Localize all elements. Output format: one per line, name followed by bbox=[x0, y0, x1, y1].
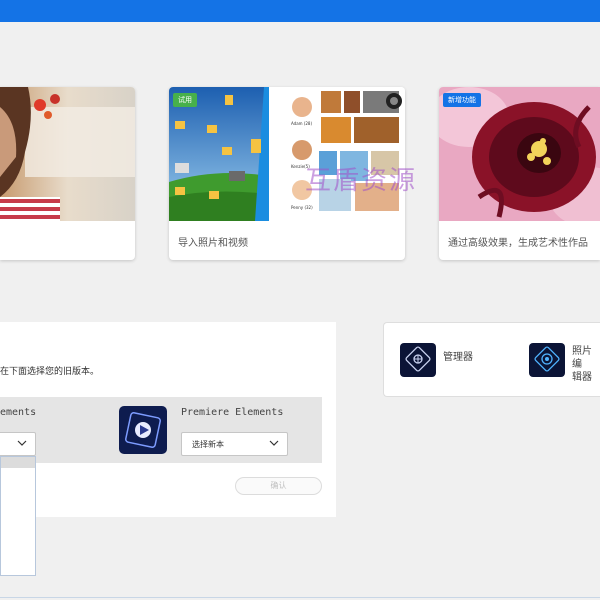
promo-card-portrait[interactable] bbox=[0, 87, 135, 260]
dropdown-highlight-row[interactable] bbox=[1, 457, 35, 468]
premiere-version-select[interactable]: 选择新本 bbox=[181, 432, 288, 456]
version-select-panel: 在下面选择您的旧版本。 ements Premiere Elements 选择新… bbox=[0, 322, 336, 517]
title-bar bbox=[0, 0, 600, 22]
photo-editor-icon[interactable] bbox=[529, 343, 565, 377]
organizer-icon[interactable] bbox=[400, 343, 436, 377]
photo-editor-label-line1: 照片编 bbox=[572, 346, 592, 370]
portrait-photo bbox=[0, 87, 135, 221]
flower-art-image bbox=[439, 87, 600, 221]
product-strip: ements Premiere Elements 选择新本 bbox=[0, 397, 322, 463]
confirm-button[interactable]: 确认 bbox=[235, 477, 322, 495]
new-feature-badge: 新增功能 bbox=[443, 93, 481, 107]
old-version-select[interactable] bbox=[0, 432, 36, 456]
promo-card-import[interactable]: 试用 Adam (28) Kenzie(5) Penny (32) 导入照片和视… bbox=[169, 87, 405, 260]
import-caption: 导入照片和视频 bbox=[178, 238, 248, 249]
bottom-divider bbox=[0, 597, 600, 598]
version-dropdown-list[interactable] bbox=[0, 456, 36, 576]
photo-editor-label[interactable]: 照片编 辑器 bbox=[572, 345, 600, 384]
import-illustration bbox=[169, 87, 405, 221]
organizer-label[interactable]: 管理器 bbox=[443, 351, 473, 364]
avatar-label-penny: Penny (32) bbox=[291, 205, 313, 210]
avatar-label-kenzie: Kenzie(5) bbox=[291, 164, 310, 169]
photo-editor-label-line2: 辑器 bbox=[572, 372, 592, 383]
apps-panel: 管理器 照片编 辑器 bbox=[383, 322, 600, 397]
chevron-down-icon bbox=[17, 440, 27, 446]
version-hint: 在下面选择您的旧版本。 bbox=[0, 367, 100, 377]
avatar-label-adam: Adam (28) bbox=[291, 121, 313, 126]
premiere-version-value: 选择新本 bbox=[192, 440, 224, 449]
trial-badge: 试用 bbox=[173, 93, 197, 107]
effects-caption: 通过高级效果，生成艺术性作品 bbox=[448, 238, 588, 249]
promo-card-effects[interactable]: 新增功能 通过高级效果，生成艺术性作品 bbox=[439, 87, 600, 260]
product-label-premiere: Premiere Elements bbox=[181, 407, 284, 418]
chevron-down-icon bbox=[269, 440, 279, 446]
premiere-elements-icon bbox=[119, 406, 167, 454]
product-label-left: ements bbox=[0, 407, 37, 418]
